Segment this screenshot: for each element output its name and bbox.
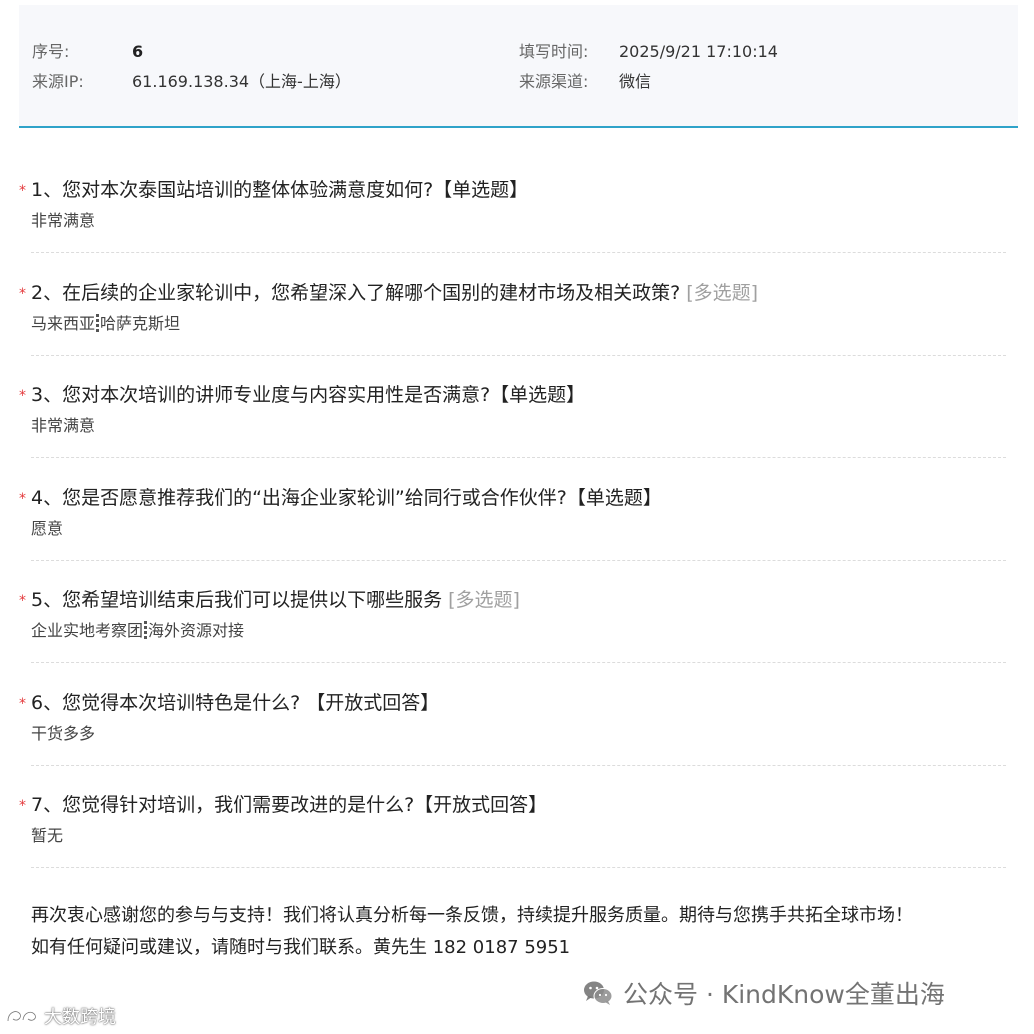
question-text: 7、您觉得针对培训，我们需要改进的是什么?【开放式回答】: [31, 794, 548, 816]
response-info-panel: 序号: 6 来源IP: 61.169.138.34（上海-上海） 填写时间: 2…: [19, 5, 1018, 128]
source-channel-label: 来源渠道:: [519, 72, 589, 91]
question-title: 2、在后续的企业家轮训中，您希望深入了解哪个国别的建材市场及相关政策? [多选题…: [31, 280, 758, 306]
question-answer: 非常满意: [31, 416, 95, 436]
question-item: * 2、在后续的企业家轮训中，您希望深入了解哪个国别的建材市场及相关政策? [多选…: [19, 253, 1006, 356]
question-text: 2、在后续的企业家轮训中，您希望深入了解哪个国别的建材市场及相关政策?: [31, 281, 681, 304]
question-title: 4、您是否愿意推荐我们的“出海企业家轮训”给同行或合作伙伴?【单选题】: [31, 485, 662, 511]
answer-option: 海外资源对接: [148, 621, 245, 640]
answer-option: 马来西亚: [31, 313, 96, 333]
question-title: 7、您觉得针对培训，我们需要改进的是什么?【开放式回答】: [31, 792, 547, 818]
question-answer: 马来西亚 哈萨克斯坦: [31, 313, 181, 334]
required-marker: *: [19, 490, 26, 507]
question-title: 5、您希望培训结束后我们可以提供以下哪些服务 [多选题]: [31, 587, 520, 613]
answer-separator: [144, 621, 148, 639]
wechat-watermark-text: 公众号 · KindKnow全董出海: [623, 980, 945, 1009]
answer-option: 暂无: [31, 826, 64, 845]
question-item: * 4、您是否愿意推荐我们的“出海企业家轮训”给同行或合作伙伴?【单选题】 愿意: [19, 458, 1006, 561]
question-text: 3、您对本次培训的讲师专业度与内容实用性是否满意?【单选题】: [31, 384, 586, 406]
wechat-icon: [584, 981, 613, 1005]
answer-option: 企业实地考察团: [31, 621, 144, 640]
required-marker: *: [19, 798, 26, 814]
question-text: 5、您希望培训结束后我们可以提供以下哪些服务: [31, 589, 443, 611]
question-text: 4、您是否愿意推荐我们的“出海企业家轮训”给同行或合作伙伴?【单选题】: [31, 486, 662, 509]
question-title: 6、您觉得本次培训特色是什么? 【开放式回答】: [31, 690, 439, 716]
question-text: 6、您觉得本次培训特色是什么? 【开放式回答】: [31, 691, 440, 714]
question-item: * 1、您对本次泰国站培训的整体体验满意度如何?【单选题】 非常满意: [19, 150, 1006, 253]
question-answer: 非常满意: [31, 211, 95, 231]
source-ip-label: 来源IP:: [32, 72, 84, 91]
answer-option: 非常满意: [31, 211, 96, 230]
answer-option: 非常满意: [31, 416, 96, 435]
required-marker: *: [19, 183, 26, 199]
question-item: * 3、您对本次培训的讲师专业度与内容实用性是否满意?【单选题】 非常满意: [19, 355, 1006, 458]
answer-option: 哈萨克斯坦: [100, 313, 181, 333]
fill-time-label: 填写时间:: [519, 42, 589, 61]
answer-option: 干货多多: [31, 723, 96, 743]
question-text: 1、您对本次泰国站培训的整体体验满意度如何?【单选题】: [31, 179, 529, 201]
required-marker: *: [19, 388, 26, 404]
question-item: * 5、您希望培训结束后我们可以提供以下哪些服务 [多选题] 企业实地考察团 海外资源…: [19, 560, 1006, 663]
serial-label: 序号:: [32, 42, 70, 61]
brand-logo-icon: [6, 1010, 37, 1022]
closing-message: 再次衷心感谢您的参与与支持！我们将认真分析每一条反馈，持续提升服务质量。期待与您…: [31, 900, 991, 964]
source-ip-value: 61.169.138.34（上海-上海）: [132, 72, 351, 91]
question-answer: 干货多多: [31, 724, 95, 744]
fill-time-value: 2025/9/21 17:10:14: [619, 42, 778, 61]
answer-separator: [96, 313, 100, 332]
serial-value: 6: [132, 42, 144, 61]
wechat-watermark: 公众号 · KindKnow全董出海: [583, 975, 945, 1011]
question-title: 3、您对本次培训的讲师专业度与内容实用性是否满意?【单选题】: [31, 382, 585, 408]
question-type-tag: [多选题]: [686, 281, 759, 304]
question-title: 1、您对本次泰国站培训的整体体验满意度如何?【单选题】: [31, 177, 528, 203]
answer-option: 愿意: [31, 518, 64, 538]
brand-watermark: 大数跨境: [5, 1003, 116, 1029]
question-item: * 7、您觉得针对培训，我们需要改进的是什么?【开放式回答】 暂无: [19, 765, 1006, 868]
required-marker: *: [19, 593, 26, 609]
brand-watermark-text: 大数跨境: [44, 1007, 116, 1028]
question-answer: 企业实地考察团 海外资源对接: [31, 621, 244, 641]
question-item: * 6、您觉得本次培训特色是什么? 【开放式回答】 干货多多: [19, 663, 1006, 766]
question-type-tag: [多选题]: [448, 589, 520, 611]
required-marker: *: [19, 285, 26, 302]
source-channel-value: 微信: [619, 72, 652, 91]
closing-thanks: 再次衷心感谢您的参与与支持！我们将认真分析每一条反馈，持续提升服务质量。期待与您…: [31, 905, 913, 926]
question-answer: 暂无: [31, 826, 63, 846]
closing-contact: 如有任何疑问或建议，请随时与我们联系。黄先生 182 0187 5951: [31, 937, 571, 958]
required-marker: *: [19, 695, 26, 712]
question-answer: 愿意: [31, 519, 63, 539]
